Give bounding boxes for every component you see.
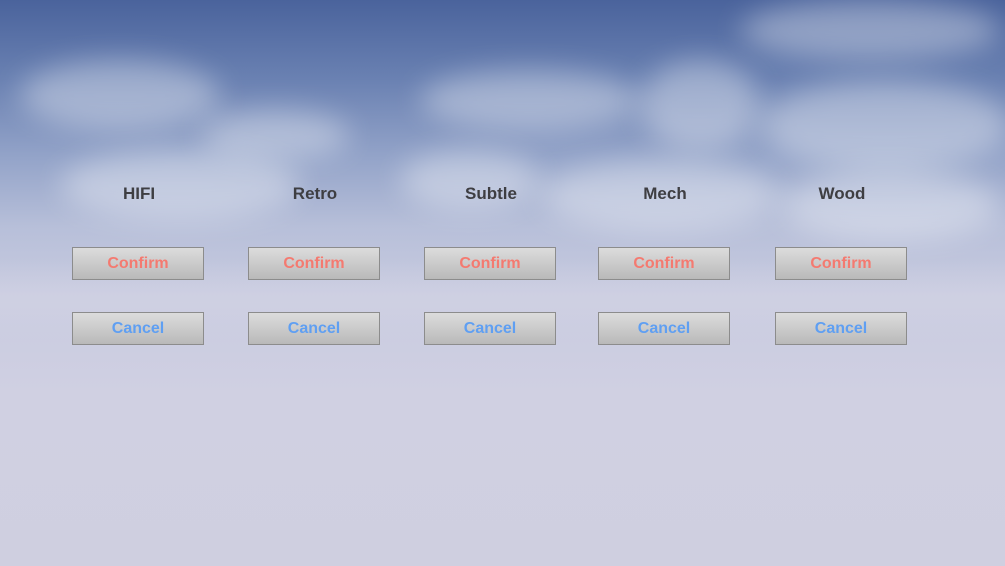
cancel-button[interactable]: Cancel [72, 312, 204, 345]
confirm-button[interactable]: Confirm [775, 247, 907, 280]
confirm-button[interactable]: Confirm [424, 247, 556, 280]
theme-title: Mech [643, 184, 687, 203]
cloud [780, 170, 1000, 240]
confirm-button[interactable]: Confirm [248, 247, 380, 280]
cancel-button[interactable]: Cancel [775, 312, 907, 345]
theme-title: Subtle [465, 184, 517, 203]
theme-title: Wood [818, 184, 866, 203]
sky-background [0, 0, 1005, 566]
confirm-button[interactable]: Confirm [72, 247, 204, 280]
theme-title: HIFI [122, 184, 156, 203]
cancel-button[interactable]: Cancel [424, 312, 556, 345]
cloud [760, 80, 1005, 170]
theme-title: Retro [292, 184, 338, 203]
cloud [20, 60, 220, 130]
cloud [640, 60, 760, 150]
cloud [420, 70, 640, 130]
confirm-button[interactable]: Confirm [598, 247, 730, 280]
cloud [740, 0, 1000, 60]
cancel-button[interactable]: Cancel [598, 312, 730, 345]
cancel-button[interactable]: Cancel [248, 312, 380, 345]
